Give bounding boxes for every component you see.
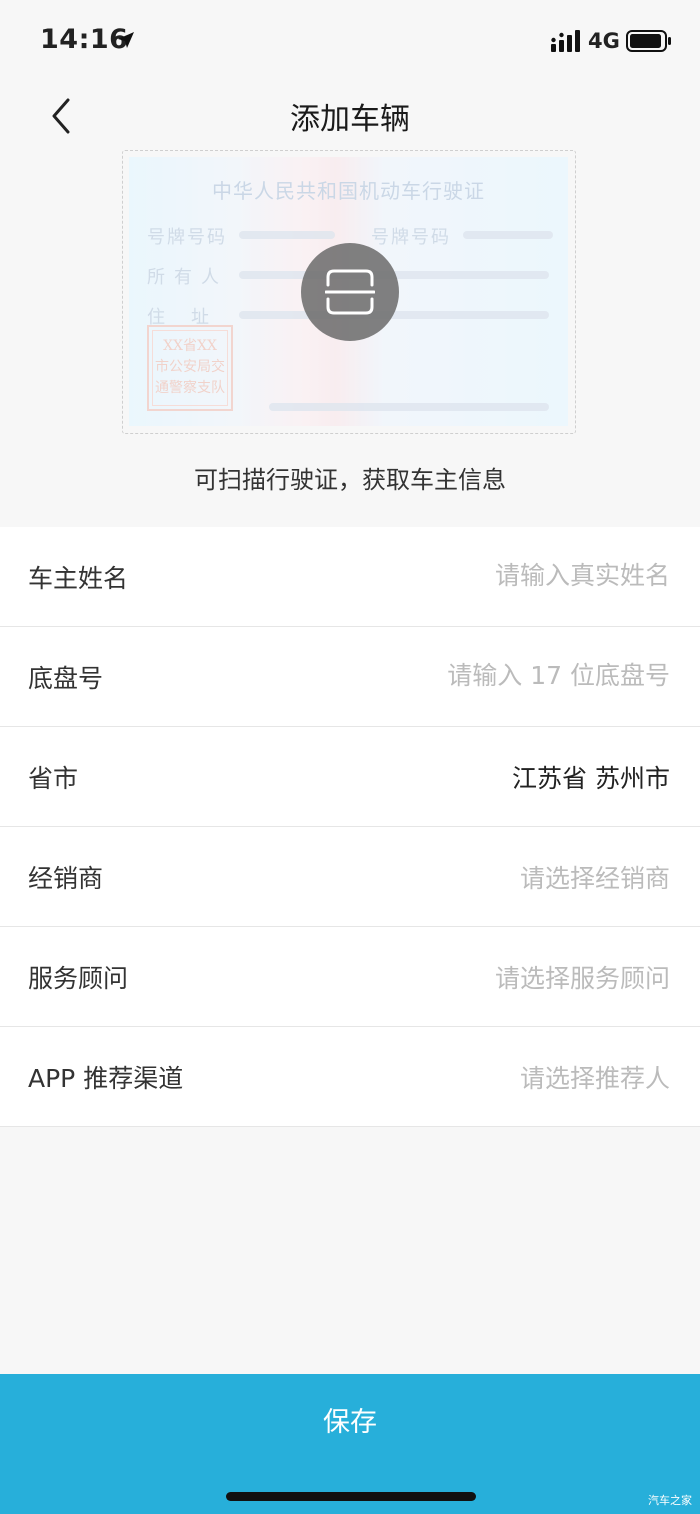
scan-hint: 可扫描行驶证，获取车主信息 — [194, 466, 506, 494]
dealer-label: 经销商 — [28, 864, 104, 893]
save-bar: 保存 汽车之家 — [0, 1374, 700, 1514]
license-stamp: XX省XX 市公安局交 通警察支队 — [147, 325, 233, 411]
save-button[interactable]: 保存 — [0, 1374, 700, 1458]
referral-placeholder: 请选择推荐人 — [519, 1064, 670, 1093]
license-label-plate-type: 号牌号码 — [147, 227, 227, 248]
license-line — [463, 231, 553, 239]
referral-label: APP 推荐渠道 — [28, 1064, 184, 1093]
advisor-placeholder: 请选择服务顾问 — [494, 964, 670, 993]
vin-input[interactable] — [340, 655, 670, 695]
province-city-label: 省市 — [28, 764, 79, 793]
stamp-line: XX省XX — [163, 338, 217, 354]
stamp-line: 市公安局交 — [155, 359, 225, 375]
home-indicator — [226, 1492, 476, 1501]
owner-name-input[interactable] — [340, 555, 670, 595]
province-city-value: 江苏省 苏州市 — [512, 764, 670, 793]
vin-label: 底盘号 — [28, 664, 104, 693]
owner-name-label: 车主姓名 — [28, 564, 129, 593]
license-line — [269, 403, 549, 411]
license-label-address: 住址 — [147, 307, 235, 328]
save-label: 保存 — [323, 1407, 377, 1438]
location-arrow-icon — [118, 32, 134, 48]
signal-icon — [551, 30, 580, 52]
dealer-placeholder: 请选择经销商 — [519, 864, 670, 893]
referral-row[interactable]: APP 推荐渠道 请选择推荐人 — [0, 1027, 700, 1127]
stamp-line: 通警察支队 — [155, 380, 225, 396]
scan-button[interactable] — [301, 243, 399, 341]
owner-name-row: 车主姓名 — [0, 527, 700, 627]
watermark: 汽车之家 — [648, 1494, 692, 1507]
license-line — [239, 231, 335, 239]
license-label-plate-no: 号牌号码 — [371, 227, 451, 248]
scan-card-icon — [325, 269, 375, 315]
province-city-row[interactable]: 省市 江苏省 苏州市 — [0, 727, 700, 827]
license-card-title: 中华人民共和国机动车行驶证 — [212, 179, 485, 203]
advisor-row[interactable]: 服务顾问 请选择服务顾问 — [0, 927, 700, 1027]
advisor-label: 服务顾问 — [28, 964, 129, 993]
license-label-owner: 所有人 — [147, 267, 228, 288]
dealer-row[interactable]: 经销商 请选择经销商 — [0, 827, 700, 927]
vin-row: 底盘号 — [0, 627, 700, 727]
nav-bar: 添加车辆 — [0, 84, 700, 144]
battery-icon — [626, 30, 671, 52]
network-label: 4G — [588, 29, 620, 53]
status-bar: 14:16 4G — [0, 0, 700, 84]
page-title: 添加车辆 — [290, 102, 410, 137]
vehicle-form: 车主姓名 底盘号 省市 江苏省 苏州市 经销商 请选择经销商 服务顾问 请选择服… — [0, 527, 700, 1127]
